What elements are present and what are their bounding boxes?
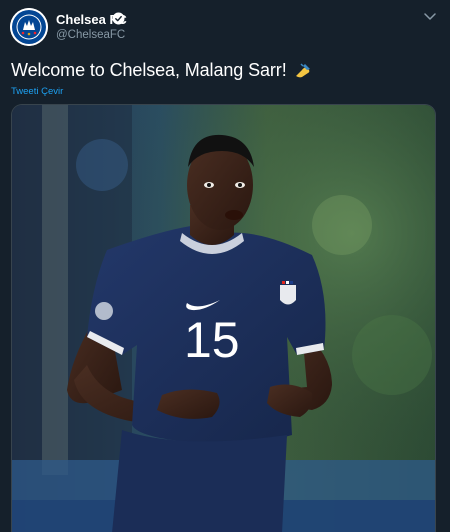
- writing-hand-icon: [295, 63, 310, 78]
- tweet-text-body: Welcome to Chelsea, Malang Sarr!: [11, 60, 287, 80]
- player-photo: 15: [12, 105, 435, 532]
- chelsea-crest-icon: [10, 8, 48, 46]
- tweet-photo[interactable]: 15: [11, 104, 436, 532]
- tweet-card[interactable]: Chelsea FC @ChelseaFC Welcome to Chelsea…: [0, 0, 450, 532]
- translate-tweet-link[interactable]: Tweeti Çevir: [11, 86, 63, 97]
- chevron-down-icon[interactable]: [424, 13, 436, 21]
- verified-badge-icon: [112, 12, 125, 25]
- tweet-text: Welcome to Chelsea, Malang Sarr!: [11, 60, 313, 81]
- avatar[interactable]: [10, 8, 48, 46]
- jersey-number: 15: [184, 312, 240, 368]
- account-handle[interactable]: @ChelseaFC: [56, 29, 125, 41]
